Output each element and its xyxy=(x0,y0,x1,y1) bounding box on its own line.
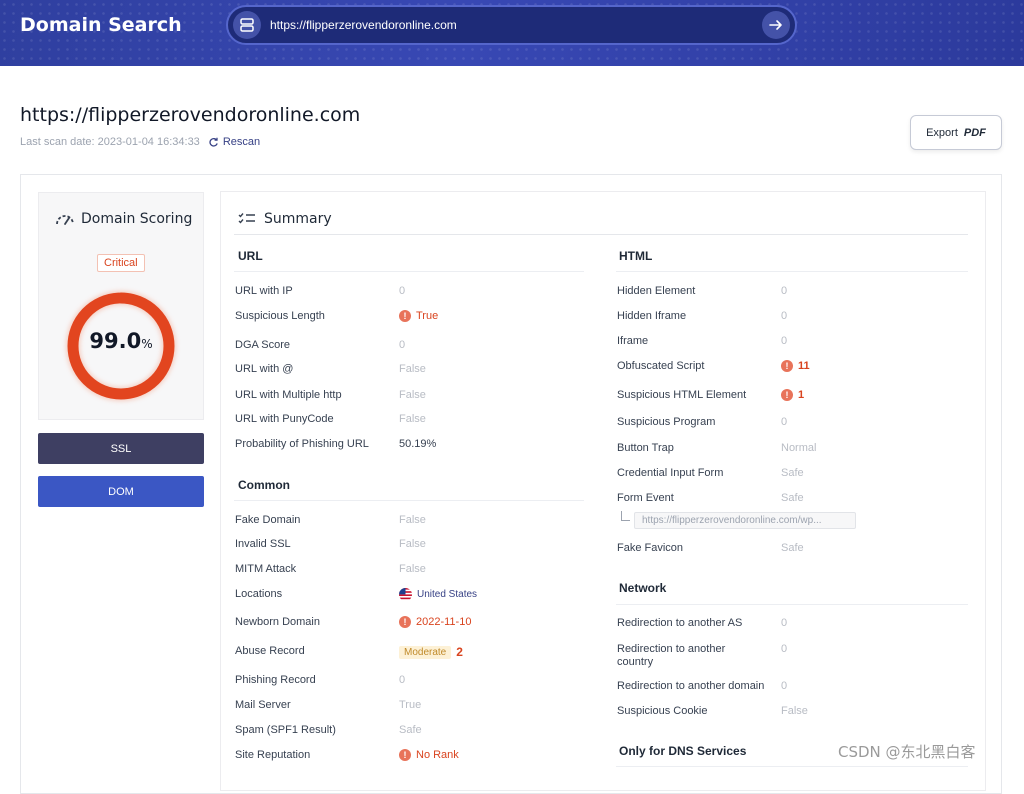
section-url-title: URL xyxy=(238,249,263,263)
section-html-divider xyxy=(616,271,968,272)
top-header: Domain Search xyxy=(0,0,1024,66)
search-input[interactable] xyxy=(270,14,750,36)
export-pdf-button[interactable]: Export PDF xyxy=(910,115,1002,150)
section-html-title: HTML xyxy=(619,249,653,263)
summary-title: Summary xyxy=(238,211,332,227)
export-format: PDF xyxy=(963,126,986,139)
warning-icon: ! xyxy=(781,360,793,372)
rescan-label: Rescan xyxy=(222,136,261,148)
summary-divider xyxy=(234,234,968,235)
warning-icon: ! xyxy=(399,616,411,628)
warning-icon: ! xyxy=(399,310,411,322)
checklist-icon xyxy=(238,213,255,224)
section-dns-title: Only for DNS Services xyxy=(619,744,747,758)
rescan-button[interactable]: Rescan xyxy=(208,136,260,148)
risk-level-badge: Critical xyxy=(97,254,145,272)
warning-icon: ! xyxy=(399,749,411,761)
scan-info: Last scan date: 2023-01-04 16:34:33 Resc… xyxy=(20,136,260,148)
page-title: https://flipperzerovendoronline.com xyxy=(20,104,361,126)
moderate-badge: Moderate xyxy=(399,645,452,659)
section-url-divider xyxy=(234,271,584,272)
ssl-button[interactable]: SSL xyxy=(38,433,204,464)
server-icon xyxy=(233,11,261,39)
last-scan-date: Last scan date: 2023-01-04 16:34:33 xyxy=(20,136,200,148)
search-bar[interactable] xyxy=(226,5,797,45)
export-label: Export xyxy=(926,126,958,139)
scoring-title: Domain Scoring xyxy=(55,211,192,227)
section-common-title: Common xyxy=(238,478,290,492)
summary-card xyxy=(220,191,986,791)
warning-icon: ! xyxy=(781,389,793,401)
dom-button[interactable]: DOM xyxy=(38,476,204,507)
us-flag-icon xyxy=(399,588,412,601)
search-submit-button[interactable] xyxy=(762,11,790,39)
domain-scoring-card: Domain Scoring Critical 99.0% xyxy=(38,192,204,420)
score-value: 99.0% xyxy=(89,329,153,353)
refresh-icon xyxy=(209,137,218,147)
tree-connector xyxy=(621,511,630,521)
gauge-icon xyxy=(56,215,74,225)
arrow-right-icon xyxy=(769,20,782,30)
section-common-divider xyxy=(234,500,584,501)
score-gauge: 99.0% xyxy=(61,286,181,406)
section-network-title: Network xyxy=(619,581,667,595)
section-dns-divider xyxy=(616,766,968,767)
brand-title: Domain Search xyxy=(20,14,182,36)
section-network-divider xyxy=(616,604,968,605)
form-event-url[interactable]: https://flipperzerovendoronline.com/wp..… xyxy=(634,512,856,529)
watermark: CSDN @东北黑白客 xyxy=(838,743,976,761)
